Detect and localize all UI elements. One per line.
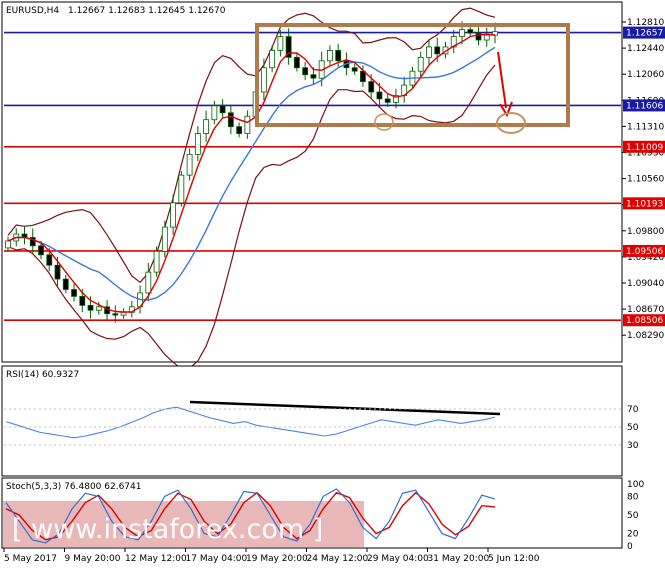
price-tag-label: 1.08506	[626, 316, 663, 326]
candle-body	[260, 67, 267, 93]
candle-body	[79, 295, 86, 306]
candle-body	[219, 105, 226, 114]
time-tick-label: 5 May 2017	[4, 554, 57, 564]
candle-body	[62, 278, 69, 290]
candle-body	[384, 98, 391, 103]
candle-body	[417, 56, 424, 72]
candle-body	[87, 305, 94, 311]
candle-body	[46, 254, 53, 266]
price-tick-label: 1.12810	[627, 18, 664, 28]
price-tick-label: 1.08670	[627, 305, 664, 315]
candle-body	[269, 50, 276, 69]
rsi-title: RSI(14) 60.9327	[6, 370, 79, 380]
chart-frame: EURUSD,H4 1.12667 1.12683 1.12645 1.1267…	[1, 1, 665, 564]
candle-body	[145, 271, 152, 294]
candle-body	[236, 126, 243, 134]
candle-body	[161, 226, 168, 252]
price-tick-label: 1.11310	[627, 122, 664, 132]
price-tick-label: 1.09800	[627, 227, 664, 237]
candle-body	[95, 306, 102, 311]
candle-body	[5, 240, 11, 249]
candle-body	[467, 29, 474, 34]
candle-body	[483, 34, 490, 41]
candle-body	[293, 56, 300, 69]
rsi-pane-border	[1, 365, 623, 477]
candle-body	[302, 67, 309, 76]
stoch-tick-label: 80	[627, 492, 639, 502]
stoch-pane: Stoch(5,3,3) 76.4800 62.6741 [ www.insta…	[1, 477, 623, 549]
symbol-label: EURUSD,H4	[6, 6, 59, 16]
time-tick-label: 24 May 12:00	[307, 554, 369, 564]
price-tick-label: 1.08290	[627, 331, 664, 341]
time-axis: 5 May 2017 9 May 20:00 12 May 12:0017 May …	[3, 548, 540, 564]
watermark-text: [ www.instaforex.com ]	[12, 514, 323, 545]
time-tick-label: 12 May 12:00	[125, 554, 187, 564]
price-tag-label: 1.09506	[626, 247, 663, 257]
candle-body	[327, 50, 333, 62]
candle-body	[244, 115, 251, 134]
price-tag-label: 1.12657	[626, 29, 663, 39]
candle-body	[38, 245, 44, 256]
stoch-title: Stoch(5,3,3) 76.4800 62.6741	[6, 482, 141, 492]
time-tick-label: 29 May 04:00	[367, 554, 429, 564]
rsi-pane: RSI(14) 60.9327	[1, 365, 623, 477]
candle-body	[459, 29, 465, 37]
time-tick-label: 31 May 20:00	[428, 554, 490, 564]
candle-body	[376, 91, 383, 100]
stoch-tick-label: 0	[627, 542, 633, 552]
rsi-tick-label: 50	[627, 423, 639, 433]
price-tick-label: 1.12060	[627, 70, 664, 80]
price-tick-label: 1.09040	[627, 279, 664, 289]
candle-body	[426, 46, 432, 58]
candle-body	[335, 50, 342, 62]
candle-body	[112, 313, 119, 316]
time-tick-label: 17 May 04:00	[186, 554, 248, 564]
candle-body	[351, 67, 358, 72]
candle-body	[211, 105, 218, 121]
candle-body	[54, 264, 61, 280]
price-tag-label: 1.10193	[626, 199, 663, 209]
time-tick-label: 9 May 20:00	[65, 554, 121, 564]
candle-body	[310, 74, 317, 79]
rsi-tick-label: 30	[627, 441, 639, 451]
candle-body	[368, 81, 375, 93]
price-tick-label: 1.10560	[627, 175, 664, 185]
candle-body	[227, 112, 234, 128]
price-tag-label: 1.11009	[626, 143, 663, 153]
stoch-tick-label: 50	[627, 511, 639, 521]
time-tick-label: 5 Jun 12:00	[488, 554, 540, 564]
candle-body	[120, 311, 127, 316]
ohlc-readout: 1.12667 1.12683 1.12645 1.12670	[68, 6, 226, 16]
price-tag-label: 1.11606	[626, 101, 663, 111]
candle-body	[170, 202, 176, 228]
candle-body	[194, 133, 201, 155]
main-pane-border	[1, 1, 623, 363]
candle-body	[277, 36, 284, 51]
rsi-tick-label: 70	[627, 405, 639, 415]
main-pane: EURUSD,H4 1.12667 1.12683 1.12645 1.1267…	[1, 1, 623, 370]
stoch-tick-label: 100	[627, 480, 644, 490]
candle-body	[203, 119, 210, 134]
stoch-tick-label: 20	[627, 530, 639, 540]
candle-body	[71, 289, 77, 297]
price-tick-label: 1.12440	[627, 44, 664, 54]
candle-body	[186, 153, 193, 176]
time-tick-label: 19 May 20:00	[246, 554, 308, 564]
price-axis: 1.128101.124401.120601.116901.113101.109…	[622, 18, 664, 341]
candle-body	[178, 174, 185, 204]
candle-body	[153, 250, 160, 273]
candle-body	[434, 46, 441, 55]
